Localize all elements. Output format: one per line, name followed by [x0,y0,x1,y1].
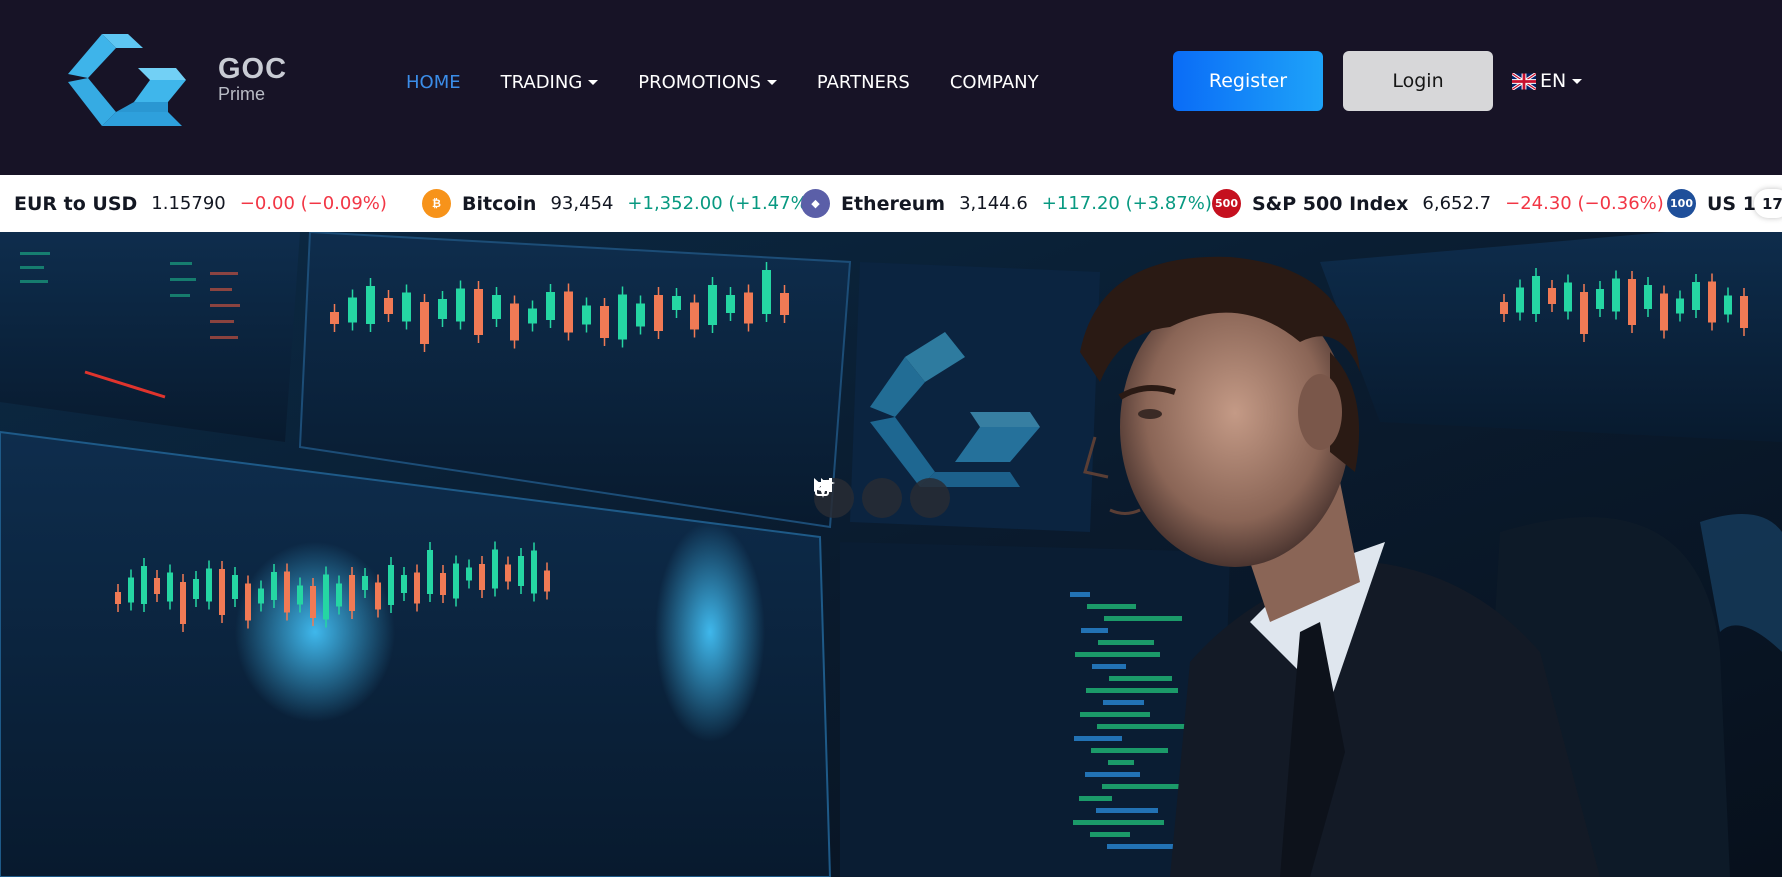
nav-item-trading[interactable]: TRADING [501,72,599,93]
nav-item-partners[interactable]: PARTNERS [817,72,910,93]
ticker-item[interactable]: EUR to USD 1.15790 −0.00 (−0.09%) [14,175,387,232]
bitcoin-icon: ₿ [422,189,451,218]
ticker-symbol-name: EUR to USD [14,192,138,215]
ticker-symbol-name: Bitcoin [462,192,537,215]
ticker-change: +117.20 (+3.87%) [1041,193,1212,214]
nav-item-label: COMPANY [949,71,1039,93]
ticker-price: 6,652.7 [1422,193,1492,214]
chevron-down-icon [1572,78,1583,84]
brand-sub: Prime [218,84,266,104]
nav-item-company[interactable]: COMPANY [950,72,1039,93]
nav-item-label: PROMOTIONS [638,71,761,93]
nav-item-promotions[interactable]: PROMOTIONS [638,72,777,93]
ticker-price: 1.15790 [151,193,226,214]
ticker-symbol-name: Ethereum [841,192,946,215]
uk-flag-icon [1512,72,1536,90]
tradingview-badge-text: 17 [1762,194,1782,213]
nav-item-home[interactable]: HOME [406,72,461,93]
ticker-change: −0.00 (−0.09%) [239,193,387,214]
brand-name: GOC [218,53,288,85]
main-nav: HOME TRADING PROMOTIONS PARTNERS COMPANY [406,68,1079,96]
language-label: EN [1540,70,1567,92]
language-selector[interactable]: EN [1512,69,1583,93]
market-ticker: EUR to USD 1.15790 −0.00 (−0.09%) ₿ Bitcoin 9… [0,175,1782,232]
site-header: GOC Prime HOME TRADING PROMOTIONS PARTNERS C… [0,0,1782,175]
ticker-item[interactable]: 500 S&P 500 Index 6,652.7 −24.30 (−0.36%) [1212,175,1664,232]
tradingview-badge[interactable]: 17 [1754,189,1782,218]
skip-forward-icon[interactable] [814,478,950,518]
us100-icon: 100 [1667,189,1696,218]
nav-item-label: PARTNERS [816,71,910,93]
trader-desk-monitors-image [0,232,1782,877]
ticker-price: 3,144.6 [959,193,1028,214]
ticker-change: −24.30 (−0.36%) [1505,193,1664,214]
ticker-change: +1,352.00 (+1.47% [627,193,808,214]
brand-logo[interactable]: GOC Prime [68,30,286,130]
media-controls [814,478,958,518]
ticker-item[interactable]: ◆ Ethereum 3,144.6 +117.20 (+3.87%) [801,175,1212,232]
hero-image [0,232,1782,877]
ticker-symbol-name: S&P 500 Index [1252,192,1409,215]
ticker-price: 93,454 [550,193,614,214]
nav-item-label: TRADING [500,71,583,93]
login-button[interactable]: Login [1343,51,1493,111]
ethereum-icon: ◆ [801,189,830,218]
goc-prime-logo-icon [68,34,186,126]
chevron-down-icon [588,79,599,85]
sparkle-icon[interactable] [814,478,902,518]
nav-item-label: HOME [406,71,461,93]
sp500-icon: 500 [1212,189,1241,218]
register-button[interactable]: Register [1173,51,1323,111]
ticker-item[interactable]: ₿ Bitcoin 93,454 +1,352.00 (+1.47% [422,175,808,232]
chevron-down-icon [766,79,777,85]
brand-wordmark: GOC Prime [218,54,287,104]
